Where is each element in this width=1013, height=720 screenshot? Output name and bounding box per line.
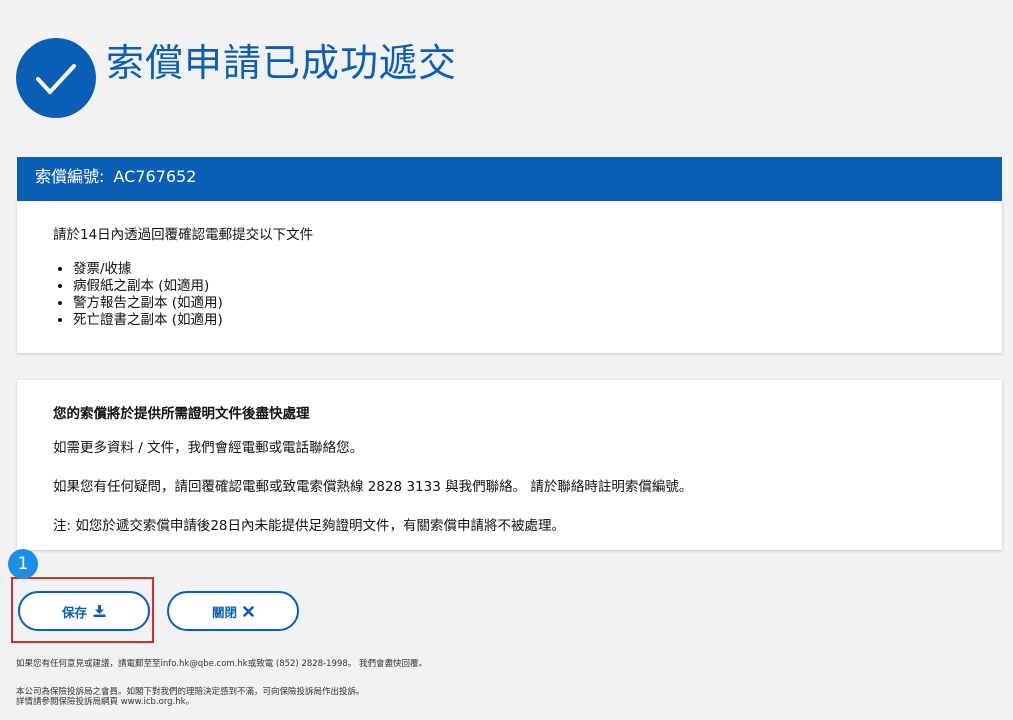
processing-info-card: 您的索償將於提供所需證明文件後盡快處理 如需更多資料 / 文件，我們會經電郵或電… xyxy=(17,380,1002,550)
step-number-badge: 1 xyxy=(8,549,38,579)
close-button-label: 關閉 xyxy=(211,604,237,620)
processing-note-text: 注: 如您於遞交索償申請後28日內未能提供足夠證明文件，有關索償申請將不被處理。 xyxy=(53,518,566,534)
claim-number-label: 索償編號: xyxy=(35,167,105,186)
close-icon xyxy=(243,605,254,617)
feedback-contact-text: 如果您有任何意見或建議，請電郵至至info.hk@qbe.com.hk或致電 (… xyxy=(16,659,427,669)
processing-heading: 您的索償將於提供所需證明文件後盡快處理 xyxy=(53,406,310,422)
complaints-bureau-link-text: 詳情請參閱保險投訴局網頁 www.icb.org.hk。 xyxy=(16,697,195,707)
claim-number-bar: 索償編號: AC767652 xyxy=(17,157,1002,201)
save-button-highlight xyxy=(11,577,154,643)
list-item: 警方報告之副本 (如適用) xyxy=(73,295,1002,312)
required-documents-card: 請於14日內透過回覆確認電郵提交以下文件 發票/收據 病假紙之副本 (如適用) … xyxy=(17,201,1002,353)
list-item: 病假紙之副本 (如適用) xyxy=(73,278,1002,295)
list-item: 死亡證書之副本 (如適用) xyxy=(73,312,1002,329)
processing-hotline-text: 如果您有任何疑問，請回覆確認電郵或致電索償熱線 2828 3133 與我們聯絡。… xyxy=(53,479,693,495)
claim-number-value: AC767652 xyxy=(113,167,197,186)
processing-contact-text: 如需更多資料 / 文件，我們會經電郵或電話聯絡您。 xyxy=(53,440,364,456)
documents-list: 發票/收據 病假紙之副本 (如適用) 警方報告之副本 (如適用) 死亡證書之副本… xyxy=(53,261,1002,329)
close-button[interactable]: 關閉 xyxy=(167,591,299,631)
page-title: 索償申請已成功遞交 xyxy=(106,41,458,85)
documents-intro: 請於14日內透過回覆確認電郵提交以下文件 xyxy=(53,227,314,243)
list-item: 發票/收據 xyxy=(73,261,1002,278)
success-check-icon xyxy=(16,38,96,118)
